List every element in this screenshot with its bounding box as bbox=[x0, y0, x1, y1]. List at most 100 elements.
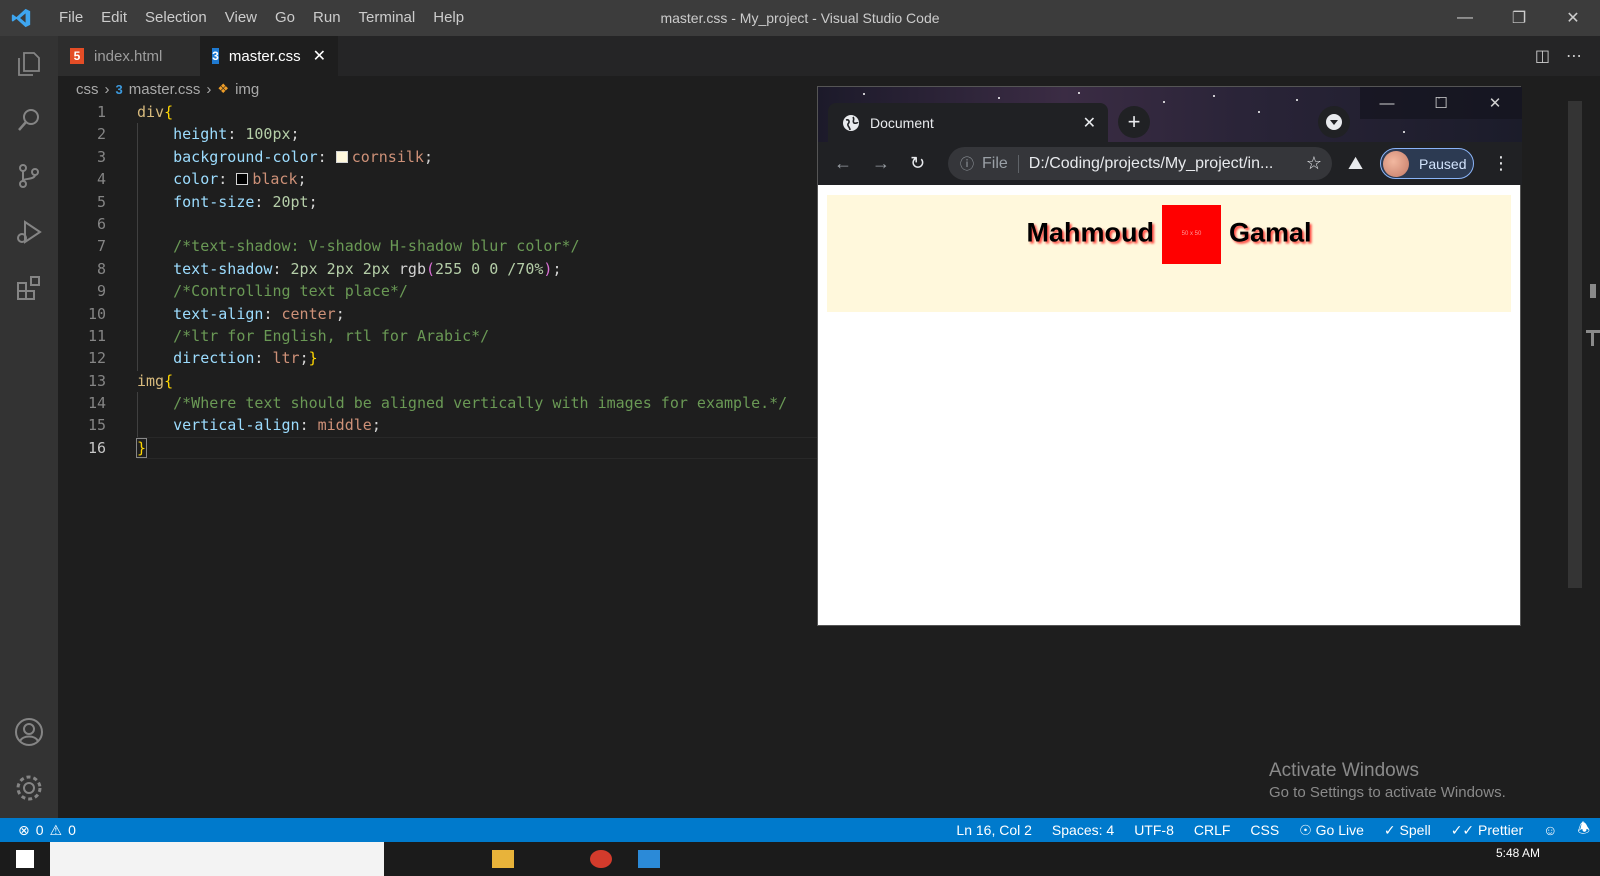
windows-start-icon[interactable] bbox=[16, 850, 34, 868]
code-line: 11 /*ltr for English, rtl for Arabic*/ bbox=[87, 326, 490, 345]
run-debug-icon[interactable] bbox=[13, 216, 45, 248]
html5-icon: 5 bbox=[70, 48, 84, 64]
overview-ruler bbox=[1586, 101, 1600, 801]
settings-gear-icon[interactable] bbox=[13, 772, 45, 804]
tab-label: index.html bbox=[94, 47, 163, 65]
chrome-icon[interactable] bbox=[590, 850, 612, 868]
code-line: 6 bbox=[96, 214, 106, 233]
css3-icon: 3 bbox=[212, 48, 219, 64]
code-line: 15 vertical-align: middle; bbox=[87, 416, 381, 435]
taskbar-search-box[interactable] bbox=[50, 842, 384, 876]
color-swatch[interactable] bbox=[236, 173, 249, 186]
tab-index-html[interactable]: 5 index.html bbox=[58, 36, 200, 76]
breadcrumb-file[interactable]: master.css bbox=[129, 81, 201, 98]
browser-menu-icon[interactable]: ⋮ bbox=[1492, 153, 1510, 174]
reload-icon[interactable]: ↻ bbox=[910, 153, 925, 174]
editor-tabs: 5 index.html 3 master.css ✕ ◫ ⋯ bbox=[58, 36, 1600, 76]
status-bar: ⊗ 0 ⚠ 0 Ln 16, Col 2 Spaces: 4 UTF-8 CRL… bbox=[0, 818, 1600, 842]
windows-taskbar: 5:48 AM bbox=[0, 842, 1600, 876]
vscode-logo-icon bbox=[11, 8, 31, 28]
browser-minimize-icon[interactable]: — bbox=[1360, 87, 1414, 119]
accounts-icon[interactable] bbox=[13, 716, 45, 748]
source-control-icon[interactable] bbox=[13, 160, 45, 192]
menu-view[interactable]: View bbox=[216, 0, 266, 36]
forward-arrow-icon[interactable]: → bbox=[872, 153, 890, 174]
window-controls: — ❐ ✕ bbox=[1438, 0, 1600, 36]
notifications-bell-icon[interactable]: 🕭 bbox=[1577, 818, 1590, 842]
feedback-icon[interactable]: ☺ bbox=[1543, 822, 1557, 838]
code-line: 16} bbox=[87, 437, 148, 458]
page-viewport: Mahmoud 50 x 50 Gamal bbox=[818, 185, 1520, 625]
prettier-label: Prettier bbox=[1478, 821, 1524, 838]
bookmark-star-icon[interactable]: ☆ bbox=[1306, 153, 1322, 174]
tab-master-css[interactable]: 3 master.css ✕ bbox=[200, 36, 338, 76]
browser-close-icon[interactable]: ✕ bbox=[1468, 87, 1522, 119]
code-line: 1 div{ bbox=[96, 103, 174, 121]
globe-icon bbox=[843, 114, 859, 131]
editor-scrollbar[interactable] bbox=[1568, 101, 1582, 588]
search-icon[interactable] bbox=[13, 104, 45, 136]
double-check-icon: ✓✓ bbox=[1450, 821, 1475, 838]
code-line: 8 text-shadow: 2px 2px 2px rgb(255 0 0 /… bbox=[96, 259, 562, 278]
chevron-right-icon: › bbox=[206, 80, 212, 98]
browser-maximize-icon[interactable]: ☐ bbox=[1414, 87, 1468, 119]
breadcrumb-folder[interactable]: css bbox=[76, 81, 99, 98]
minimize-icon[interactable]: — bbox=[1438, 0, 1492, 36]
code-line: 5 font-size: 20pt; bbox=[96, 192, 318, 211]
go-live-label: Go Live bbox=[1315, 821, 1364, 838]
vscode-taskbar-icon[interactable] bbox=[638, 850, 660, 868]
code-line: 13 img{ bbox=[87, 371, 174, 390]
browser-tab-document[interactable]: Document ✕ bbox=[828, 103, 1108, 142]
extensions-puzzle-icon[interactable]: ⛰ bbox=[1348, 153, 1363, 174]
menu-file[interactable]: File bbox=[50, 0, 92, 36]
menu-edit[interactable]: Edit bbox=[92, 0, 136, 36]
more-actions-icon[interactable]: ⋯ bbox=[1566, 46, 1582, 66]
css3-icon: 3 bbox=[115, 81, 123, 97]
restore-icon[interactable]: ❐ bbox=[1492, 0, 1546, 36]
code-editor[interactable]: 1 div{ 2 height: 100px; 3 background-colo… bbox=[58, 101, 818, 459]
editor-actions: ◫ ⋯ bbox=[1535, 46, 1582, 66]
menu-terminal[interactable]: Terminal bbox=[350, 0, 425, 36]
code-line: 14 /*Where text should be aligned vertic… bbox=[87, 394, 788, 413]
status-right: Ln 16, Col 2 Spaces: 4 UTF-8 CRLF CSS ☉ … bbox=[956, 818, 1590, 842]
problems-indicator[interactable]: ⊗ 0 ⚠ 0 bbox=[18, 818, 76, 842]
extensions-icon[interactable] bbox=[13, 272, 45, 304]
avatar bbox=[1383, 150, 1409, 177]
file-scheme-label: File bbox=[982, 154, 1019, 173]
code-line: 2 height: 100px; bbox=[96, 125, 300, 144]
menu-help[interactable]: Help bbox=[424, 0, 473, 36]
menu-run[interactable]: Run bbox=[304, 0, 350, 36]
language-mode[interactable]: CSS bbox=[1250, 822, 1279, 838]
new-tab-plus-icon[interactable]: + bbox=[1118, 106, 1150, 138]
close-tab-icon[interactable]: ✕ bbox=[313, 46, 326, 66]
placeholder-image: 50 x 50 bbox=[1161, 205, 1221, 264]
prettier-button[interactable]: ✓✓ Prettier bbox=[1451, 822, 1523, 839]
profile-status: Paused bbox=[1419, 155, 1467, 172]
tab-label: master.css bbox=[228, 47, 301, 65]
profile-button[interactable]: Paused bbox=[1380, 148, 1474, 179]
info-icon[interactable]: ⓘ bbox=[960, 154, 974, 174]
browser-window-controls: — ☐ ✕ bbox=[1360, 87, 1522, 119]
error-count: 0 bbox=[35, 822, 44, 838]
back-arrow-icon[interactable]: ← bbox=[834, 153, 852, 174]
end-of-line[interactable]: CRLF bbox=[1194, 822, 1231, 838]
explorer-icon[interactable] bbox=[13, 48, 45, 80]
spell-label: Spell bbox=[1399, 821, 1431, 838]
split-editor-icon[interactable]: ◫ bbox=[1535, 46, 1550, 66]
cursor-position[interactable]: Ln 16, Col 2 bbox=[956, 822, 1032, 838]
close-browser-tab-icon[interactable]: ✕ bbox=[1083, 113, 1096, 133]
encoding[interactable]: UTF-8 bbox=[1134, 822, 1174, 838]
color-swatch[interactable] bbox=[335, 150, 348, 163]
address-bar[interactable]: ⓘ File D:/Coding/projects/My_project/in.… bbox=[948, 147, 1332, 180]
spell-button[interactable]: ✓ Spell bbox=[1384, 822, 1431, 839]
file-explorer-icon[interactable] bbox=[492, 850, 514, 868]
close-window-icon[interactable]: ✕ bbox=[1546, 0, 1600, 36]
menu-go[interactable]: Go bbox=[266, 0, 304, 36]
go-live-button[interactable]: ☉ Go Live bbox=[1299, 822, 1364, 839]
symbol-icon: ❖ bbox=[217, 81, 230, 96]
browser-tab-strip: Document ✕ + — ☐ ✕ bbox=[818, 87, 1522, 142]
tab-search-dropdown-icon[interactable] bbox=[1318, 106, 1350, 138]
menu-selection[interactable]: Selection bbox=[136, 0, 216, 36]
indentation[interactable]: Spaces: 4 bbox=[1052, 822, 1114, 838]
breadcrumb-symbol[interactable]: img bbox=[235, 81, 259, 98]
